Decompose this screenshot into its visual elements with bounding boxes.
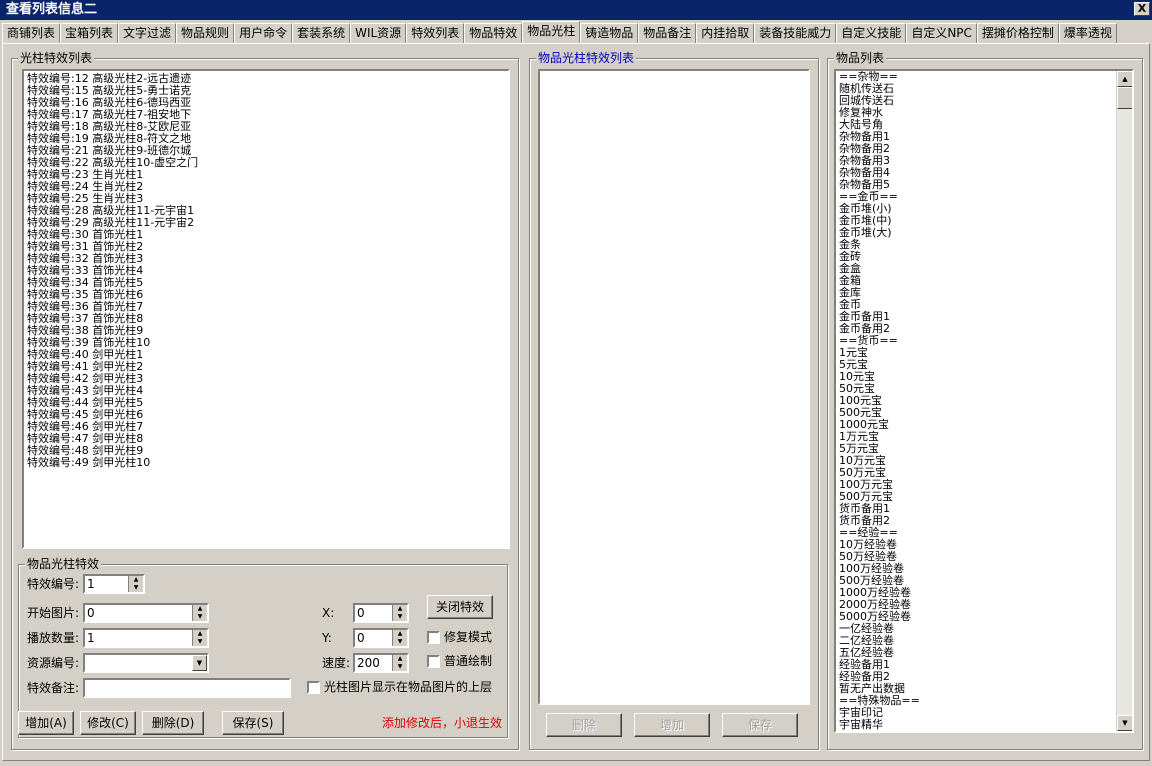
item-list-group: 物品列表 ==杂物== 随机传送石 回城传送石 修复神水 大陆号角 杂物备用1 杂物备用2 杂… <box>827 51 1143 750</box>
normal-draw-label: 普通绘制 <box>444 654 493 668</box>
modify-button[interactable]: 修改(C) <box>80 711 136 735</box>
y-label: Y: <box>322 631 332 645</box>
tab-7[interactable]: 特效列表 <box>406 23 465 43</box>
item-list-group-title: 物品列表 <box>834 51 887 65</box>
effect-id-label: 特效编号: <box>27 577 80 591</box>
scroll-down-icon[interactable]: ▼ <box>1117 715 1132 731</box>
remark-input[interactable] <box>83 678 291 698</box>
tab-content: 光柱特效列表 特效编号:12 高级光柱2-远古遗迹 特效编号:15 高级光柱5-勇… <box>2 43 1150 761</box>
x-spin[interactable]: ▲ ▼ <box>392 605 407 621</box>
item-list-scrollbar[interactable]: ▲ ▼ <box>1116 71 1132 731</box>
tab-8[interactable]: 物品特效 <box>464 23 523 43</box>
list-item[interactable]: 宇宙精华 <box>838 719 920 731</box>
tab-14[interactable]: 自定义技能 <box>836 23 907 43</box>
x-value: 0 <box>357 606 365 620</box>
tab-15[interactable]: 自定义NPC <box>906 23 977 43</box>
delete-button[interactable]: 删除(D) <box>142 711 204 735</box>
close-button[interactable]: X <box>1134 2 1150 16</box>
start-image-spin[interactable]: ▲ ▼ <box>192 605 207 621</box>
tab-10[interactable]: 铸造物品 <box>580 23 639 43</box>
add-button[interactable]: 增加(A) <box>18 711 74 735</box>
top-layer-checkbox[interactable] <box>307 681 320 694</box>
remark-label: 特效备注: <box>27 681 80 695</box>
tab-17[interactable]: 爆率透视 <box>1058 23 1117 43</box>
tab-3[interactable]: 物品规则 <box>176 23 235 43</box>
save-button[interactable]: 保存(S) <box>222 711 284 735</box>
scroll-up-icon[interactable]: ▲ <box>1117 71 1132 87</box>
tab-9[interactable]: 物品光柱 <box>522 21 581 43</box>
chevron-down-icon[interactable]: ▼ <box>192 655 207 671</box>
tab-5[interactable]: 套装系统 <box>292 23 351 43</box>
effect-listbox[interactable]: 特效编号:12 高级光柱2-远古遗迹 特效编号:15 高级光柱5-勇士诺克 特效编号… <box>22 69 510 549</box>
tab-13[interactable]: 装备技能威力 <box>754 23 837 43</box>
speed-value: 200 <box>357 656 380 670</box>
speed-label: 速度: <box>322 656 351 670</box>
item-effect-list-group-title: 物品光柱特效列表 <box>536 51 637 65</box>
effect-list-group-title: 光柱特效列表 <box>18 51 95 65</box>
top-layer-label: 光柱图片显示在物品图片的上层 <box>324 680 493 694</box>
effect-id-stepper[interactable]: 1 ▲ ▼ <box>83 574 145 594</box>
item-listbox[interactable]: ==杂物== 随机传送石 回城传送石 修复神水 大陆号角 杂物备用1 杂物备用2 杂物备用3 杂… <box>834 69 1134 733</box>
tab-1[interactable]: 宝箱列表 <box>60 23 119 43</box>
item-list-items: ==杂物== 随机传送石 回城传送石 修复神水 大陆号角 杂物备用1 杂物备用2 杂物备用3 杂… <box>838 71 920 731</box>
list-item[interactable]: 特效编号:49 剑甲光柱10 <box>26 457 198 469</box>
resource-id-label: 资源编号: <box>27 656 80 670</box>
middle-add-button[interactable]: 增加 <box>634 713 710 737</box>
effect-list-items: 特效编号:12 高级光柱2-远古遗迹 特效编号:15 高级光柱5-勇士诺克 特效编号… <box>26 73 198 469</box>
window-titlebar: 查看列表信息二 X <box>0 0 1152 20</box>
middle-save-button[interactable]: 保存 <box>722 713 798 737</box>
x-label: X: <box>322 606 335 620</box>
resource-id-select[interactable]: ▼ <box>83 653 209 673</box>
speed-spin[interactable]: ▲ ▼ <box>392 655 407 671</box>
scroll-thumb[interactable] <box>1117 87 1132 109</box>
y-spin[interactable]: ▲ ▼ <box>392 630 407 646</box>
effect-id-value: 1 <box>87 577 95 591</box>
middle-delete-button[interactable]: 删除 <box>546 713 622 737</box>
start-image-value: 0 <box>87 606 95 620</box>
start-image-label: 开始图片: <box>27 606 80 620</box>
play-count-value: 1 <box>87 631 95 645</box>
y-value: 0 <box>357 631 365 645</box>
close-effect-button[interactable]: 关闭特效 <box>427 595 493 619</box>
tab-11[interactable]: 物品备注 <box>638 23 697 43</box>
item-effect-listbox[interactable] <box>538 69 810 705</box>
effect-form-group-title: 物品光柱特效 <box>25 557 102 571</box>
x-stepper[interactable]: 0 ▲ ▼ <box>353 603 409 623</box>
tab-16[interactable]: 摆摊价格控制 <box>976 23 1059 43</box>
play-count-spin[interactable]: ▲ ▼ <box>192 630 207 646</box>
tab-12[interactable]: 内挂拾取 <box>696 23 755 43</box>
speed-stepper[interactable]: 200 ▲ ▼ <box>353 653 409 673</box>
repair-mode-label: 修复模式 <box>444 630 493 644</box>
y-stepper[interactable]: 0 ▲ ▼ <box>353 628 409 648</box>
tab-2[interactable]: 文字过滤 <box>118 23 177 43</box>
start-image-stepper[interactable]: 0 ▲ ▼ <box>83 603 209 623</box>
window-title: 查看列表信息二 <box>6 2 98 17</box>
tab-0[interactable]: 商铺列表 <box>2 23 61 43</box>
play-count-stepper[interactable]: 1 ▲ ▼ <box>83 628 209 648</box>
tab-6[interactable]: WIL资源 <box>350 23 407 43</box>
tab-4[interactable]: 用户命令 <box>234 23 293 43</box>
normal-draw-checkbox[interactable] <box>427 655 440 668</box>
tab-strip: 商铺列表 宝箱列表 文字过滤 物品规则 用户命令 套装系统 WIL资源 特效列表 物品特效 物品光… <box>2 21 1150 43</box>
play-count-label: 播放数量: <box>27 631 80 645</box>
item-effect-list-group: 物品光柱特效列表 删除 增加 保存 <box>529 51 819 750</box>
effect-id-spin[interactable]: ▲ ▼ <box>128 576 143 592</box>
warning-text: 添加修改后，小退生效 <box>382 716 503 730</box>
repair-mode-checkbox[interactable] <box>427 631 440 644</box>
effect-list-group: 光柱特效列表 特效编号:12 高级光柱2-远古遗迹 特效编号:15 高级光柱5-勇… <box>11 51 519 750</box>
